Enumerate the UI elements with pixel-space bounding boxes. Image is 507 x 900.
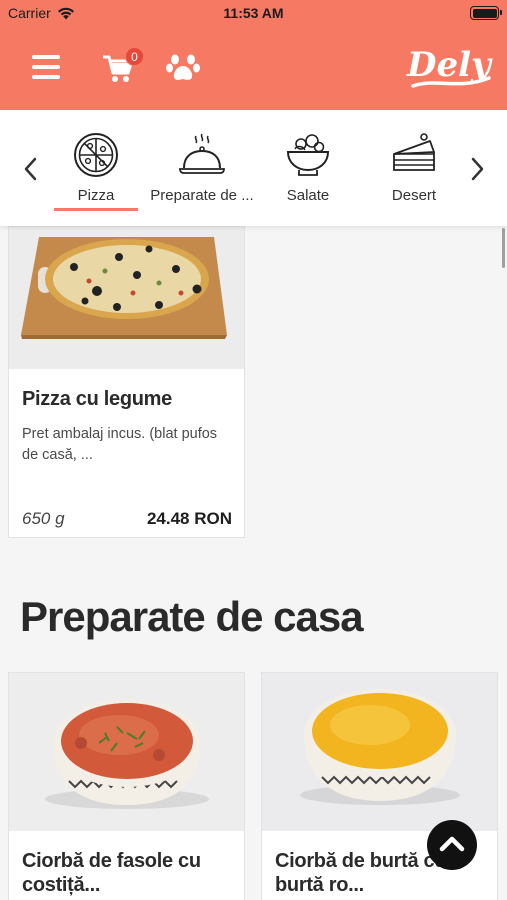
product-image [9,227,244,369]
dely-logo[interactable]: Dely [405,38,495,96]
paw-icon [166,54,200,80]
product-price: 24.48 RON [146,509,232,528]
product-title: Pizza cu legume [22,388,172,410]
product-weight: 650 g [22,509,65,528]
salad-bowl-icon [286,134,330,176]
category-label: Preparate de ... [150,187,254,204]
clock: 11:53 AM [223,5,284,21]
category-label: Desert [391,187,437,204]
cart-count-badge: 0 [125,47,144,66]
category-desert[interactable]: Desert [360,132,468,212]
menu-icon-bar [32,65,60,69]
category-label: Pizza [77,187,115,204]
cloche-icon [179,133,225,174]
scroll-indicator [502,228,505,268]
tripe-soup-photo [262,673,497,831]
category-pizza[interactable]: Pizza [42,132,150,212]
chevron-right-icon[interactable] [466,156,488,182]
pizza-photo [9,227,244,369]
menu-button[interactable] [32,55,60,79]
selected-category-indicator [54,208,138,211]
brand-wordmark: Dely [406,45,493,85]
product-card-pizza-cu-legume[interactable]: Pizza cu legume Pret ambalaj incus. (bla… [8,226,245,538]
chevron-up-icon [439,836,465,852]
scroll-to-top-button[interactable] [427,820,477,870]
category-salate[interactable]: Salate [254,132,362,212]
cart-button[interactable]: 0 [103,47,144,84]
chevron-left-icon[interactable] [20,156,42,182]
menu-icon [32,55,60,59]
product-image [9,673,244,831]
bean-soup-photo [9,673,244,831]
app-header: 0 Dely [0,26,507,110]
product-description: Pret ambalaj incus. (blat pufos de casă,… [22,426,218,463]
status-bar: Carrier 11:53 AM [0,0,507,26]
battery-icon [470,6,502,20]
pizza-icon [74,133,118,177]
section-title: Preparate de casa [20,593,364,640]
dely-logo-image: Dely [406,45,493,88]
category-label: Salate [286,187,330,204]
cake-slice-icon [393,133,435,171]
product-title: Ciorbă de fasole cu costiță... [22,850,201,896]
category-preparate-de-casa[interactable]: Preparate de ... [148,132,256,212]
menu-icon-bar [32,75,60,79]
product-card-ciorba-de-fasole[interactable]: Ciorbă de fasole cu costiță... [8,672,245,900]
paw-button[interactable] [166,53,200,83]
product-image [262,673,497,831]
